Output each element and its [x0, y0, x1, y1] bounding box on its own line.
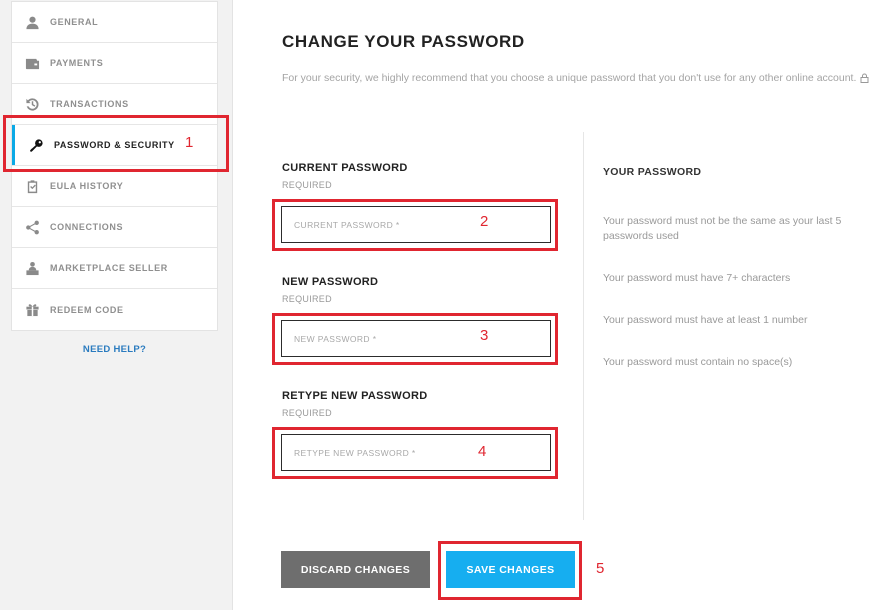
- sidebar-item-payments[interactable]: PAYMENTS: [12, 43, 217, 84]
- sidebar-item-label: EULA HISTORY: [50, 181, 124, 191]
- new-password-label: NEW PASSWORD: [282, 276, 379, 288]
- intro-text: For your security, we highly recommend t…: [282, 72, 857, 84]
- sidebar-item-label: REDEEM CODE: [50, 304, 124, 315]
- seller-icon: [24, 260, 41, 277]
- sidebar-item-transactions[interactable]: TRANSACTIONS: [12, 84, 217, 125]
- annotation-number-4: 4: [478, 443, 487, 460]
- current-password-input[interactable]: [281, 206, 551, 243]
- sidebar-item-label: CONNECTIONS: [50, 222, 124, 232]
- share-icon: [24, 219, 41, 236]
- sidebar-item-general[interactable]: GENERAL: [12, 2, 217, 43]
- discard-changes-button[interactable]: DISCARD CHANGES: [281, 551, 430, 588]
- annotation-number-5: 5: [596, 560, 605, 577]
- history-icon: [24, 96, 41, 113]
- change-password-panel: CHANGE YOUR PASSWORD For your security, …: [232, 0, 881, 610]
- settings-sidebar: GENERAL PAYMENTS TRANSACTIONS PASSWORD &…: [11, 1, 218, 331]
- retype-password-input[interactable]: [281, 434, 551, 471]
- current-password-required: REQUIRED: [282, 180, 332, 190]
- save-changes-button[interactable]: SAVE CHANGES: [446, 551, 575, 588]
- new-password-input[interactable]: [281, 320, 551, 357]
- annotation-number-1: 1: [185, 134, 194, 151]
- annotation-number-3: 3: [480, 327, 489, 344]
- sidebar-item-eula-history[interactable]: EULA HISTORY: [12, 166, 217, 207]
- need-help-link[interactable]: NEED HELP?: [11, 344, 218, 355]
- password-rule: Your password must not be the same as yo…: [603, 215, 842, 242]
- password-rule: Your password must have at least 1 numbe…: [603, 314, 808, 326]
- sidebar-item-connections[interactable]: CONNECTIONS: [12, 207, 217, 248]
- password-rule: Your password must contain no space(s): [603, 356, 793, 368]
- key-icon: [28, 137, 45, 154]
- clipboard-icon: [24, 178, 41, 195]
- gift-icon: [24, 301, 41, 318]
- sidebar-item-label: PAYMENTS: [50, 58, 104, 68]
- retype-password-label: RETYPE NEW PASSWORD: [282, 390, 428, 402]
- security-intro: For your security, we highly recommend t…: [282, 70, 872, 88]
- column-divider: [583, 132, 584, 520]
- annotation-number-2: 2: [480, 213, 489, 230]
- sidebar-item-marketplace-seller[interactable]: MARKETPLACE SELLER: [12, 248, 217, 289]
- user-icon: [24, 14, 41, 31]
- wallet-icon: [24, 55, 41, 72]
- sidebar-item-label: PASSWORD & SECURITY: [54, 140, 175, 150]
- page-title: CHANGE YOUR PASSWORD: [282, 32, 525, 51]
- sidebar-item-label: GENERAL: [50, 17, 99, 27]
- retype-password-required: REQUIRED: [282, 408, 332, 418]
- lock-icon: [860, 72, 869, 88]
- sidebar-item-redeem-code[interactable]: REDEEM CODE: [12, 289, 217, 330]
- sidebar-item-label: MARKETPLACE SELLER: [50, 263, 168, 273]
- password-rules-title: YOUR PASSWORD: [603, 166, 702, 178]
- password-rule: Your password must have 7+ characters: [603, 272, 791, 284]
- sidebar-item-label: TRANSACTIONS: [50, 99, 129, 109]
- new-password-required: REQUIRED: [282, 294, 332, 304]
- current-password-label: CURRENT PASSWORD: [282, 162, 408, 174]
